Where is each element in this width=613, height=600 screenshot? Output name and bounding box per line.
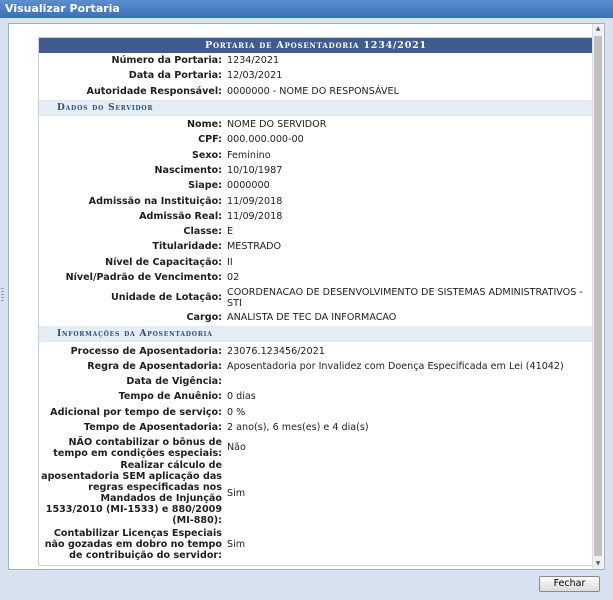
form-row: Tempo de Aposentadoria: 2 ano(s), 6 mes(e…: [39, 420, 593, 435]
section-title-servidor: Dados do Servidor: [39, 99, 593, 116]
field-value: II: [227, 256, 233, 268]
field-label: NÃO contabilizar o bônus de tempo em con…: [53, 436, 222, 459]
field-value: 0 %: [227, 406, 246, 418]
form-row: CPF: 000.000.000-00: [39, 132, 593, 147]
resize-grip[interactable]: [1, 288, 4, 302]
field-value: MESTRADO: [227, 241, 282, 253]
field-label: Autoridade Responsável:: [86, 85, 222, 97]
field-label: Classe:: [183, 226, 222, 238]
form-row: Unidade de Lotação: COORDENACAO DE DESENV…: [39, 285, 593, 310]
form-row: Adicional por tempo de serviço: 0 %: [39, 405, 593, 420]
field-value: 11/09/2018: [227, 195, 283, 207]
field-value: NOME DO SERVIDOR: [227, 119, 327, 131]
field-label: Data da Portaria:: [128, 70, 222, 82]
field-value: Aposentadoria por Invalidez com Doença E…: [227, 360, 564, 372]
field-label: Admissão Real:: [139, 210, 222, 222]
form-row: Classe: E: [39, 224, 593, 239]
field-value: 10/10/1987: [227, 164, 283, 176]
field-value: ANALISTA DE TEC DA INFORMACAO: [227, 312, 397, 324]
form-row: Data da Portaria: 12/03/2021: [39, 68, 593, 83]
field-label: Adicional por tempo de serviço:: [50, 406, 222, 418]
form-row: Admissão Real: 11/09/2018: [39, 209, 593, 224]
aposentadoria-table: Processo de Aposentadoria: 23076.123456/2…: [39, 343, 593, 563]
section-title-aposentadoria: Informações da Aposentadoria: [39, 326, 593, 343]
field-label: Tempo de Anuênio:: [118, 391, 222, 403]
field-label: CPF:: [198, 134, 222, 146]
scroll-down-icon[interactable]: ▼: [593, 559, 603, 569]
field-label: Realizar cálculo de aposentadoria SEM ap…: [41, 460, 222, 527]
form-row: Autoridade Responsável: 0000000 - NOME DO…: [39, 84, 593, 99]
field-value: Sim: [227, 487, 246, 499]
field-value: Feminino: [227, 149, 271, 161]
field-label: Siape:: [188, 180, 222, 192]
form-row: Admissão na Instituição: 11/09/2018: [39, 193, 593, 208]
field-value: 11/09/2018: [227, 210, 283, 222]
form-row: Titularidade: MESTRADO: [39, 239, 593, 254]
field-value: 0000000 - NOME DO RESPONSÁVEL: [227, 85, 399, 97]
field-value: 23076.123456/2021: [227, 345, 325, 357]
form-row: Número da Portaria: 1234/2021: [39, 53, 593, 68]
field-value: Sim: [227, 539, 246, 551]
field-label: Contabilizar Licenças Especiais não goza…: [44, 528, 222, 562]
field-value: 02: [227, 272, 240, 283]
form-row: Tempo de Anuênio: 0 dias: [39, 389, 593, 404]
portaria-table: Número da Portaria: 1234/2021 Data da Por…: [39, 53, 593, 99]
close-button[interactable]: Fechar: [539, 576, 600, 592]
field-label: Número da Portaria:: [111, 55, 222, 67]
field-value: 1234/2021: [227, 55, 280, 67]
window-title-bar[interactable]: Visualizar Portaria: [0, 0, 613, 18]
form-row: Cargo: ANALISTA DE TEC DA INFORMACAO: [39, 310, 593, 325]
vertical-scrollbar[interactable]: ▲ ▼: [592, 24, 603, 569]
field-label: Unidade de Lotação:: [110, 292, 222, 304]
servidor-table: Nome: NOME DO SERVIDOR CPF: 000.000.000-00…: [39, 117, 593, 326]
form-row: Nascimento: 10/10/1987: [39, 163, 593, 178]
field-label: Cargo:: [186, 312, 222, 324]
field-label: Admissão na Instituição:: [88, 195, 222, 207]
field-label: Tempo de Aposentadoria:: [83, 422, 222, 434]
field-label: Sexo:: [191, 149, 222, 161]
form-row: Contabilizar Licenças Especiais não goza…: [39, 526, 593, 563]
form-row: NÃO contabilizar o bônus de tempo em con…: [39, 435, 593, 460]
form-row: Sexo: Feminino: [39, 147, 593, 162]
field-value: Não: [227, 442, 246, 454]
field-label: Nascimento:: [154, 164, 222, 176]
form-row: Siape: 0000000: [39, 178, 593, 193]
field-label: Processo de Aposentadoria:: [70, 345, 222, 357]
form-row: Nível de Capacitação: II: [39, 255, 593, 270]
field-value: 000.000.000-00: [227, 134, 304, 146]
field-value: 0 dias: [227, 391, 256, 403]
scroll-thumb[interactable]: [594, 36, 602, 556]
portaria-panel: Portaria de Aposentadoria 1234/2021 Núme…: [38, 37, 594, 566]
dialog-body: Portaria de Aposentadoria 1234/2021 Núme…: [8, 23, 605, 570]
field-label: Regra de Aposentadoria:: [87, 360, 222, 372]
field-value: 2 ano(s), 6 mes(es) e 4 dia(s): [227, 422, 369, 434]
form-row: Processo de Aposentadoria: 23076.123456/2…: [39, 343, 593, 358]
field-value: 12/03/2021: [227, 70, 283, 82]
form-row: Regra de Aposentadoria: Aposentadoria por…: [39, 359, 593, 374]
field-label: Nível/Padrão de Vencimento:: [65, 272, 222, 283]
field-value: E: [227, 226, 234, 238]
field-label: Nome:: [187, 119, 222, 131]
field-label: Data de Vigência:: [126, 376, 222, 388]
scroll-up-icon[interactable]: ▲: [593, 24, 603, 34]
form-row: Nome: NOME DO SERVIDOR: [39, 117, 593, 132]
field-value: COORDENACAO DE DESENVOLVIMENTO DE SISTEM…: [227, 286, 583, 309]
field-value: 0000000: [227, 180, 270, 192]
window-title: Visualizar Portaria: [5, 2, 120, 15]
form-row: Nível/Padrão de Vencimento: 02: [39, 270, 593, 285]
panel-title: Portaria de Aposentadoria 1234/2021: [39, 38, 593, 53]
field-label: Titularidade:: [152, 241, 222, 253]
field-value: [225, 374, 593, 389]
form-row: Data de Vigência:: [39, 374, 593, 389]
form-row: Realizar cálculo de aposentadoria SEM ap…: [39, 460, 593, 526]
field-label: Nível de Capacitação:: [105, 256, 222, 268]
